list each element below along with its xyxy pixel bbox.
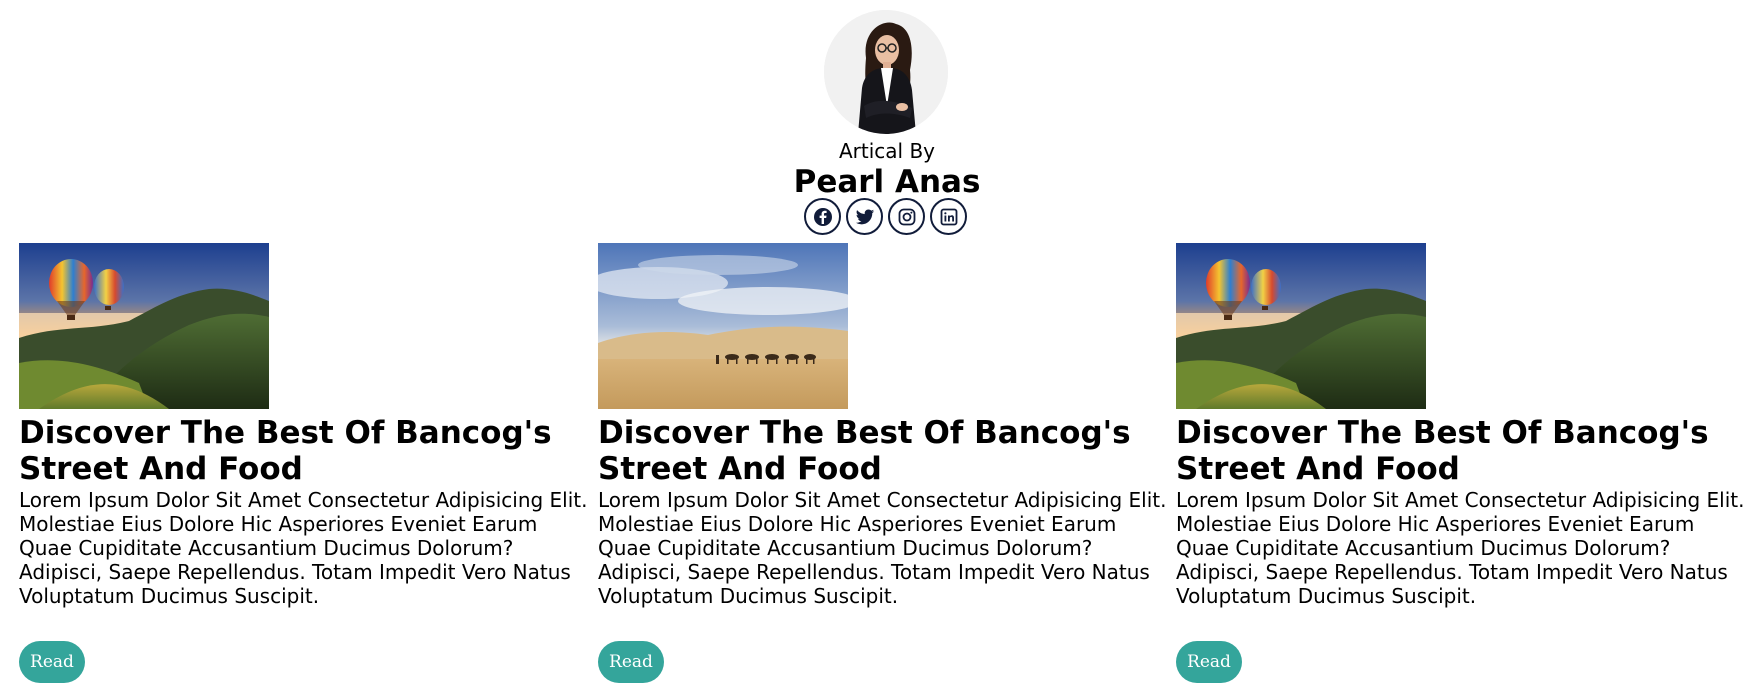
article-card: Discover The Best Of Bancog's Street And… xyxy=(1176,243,1756,683)
hot-air-balloons-mountain-image xyxy=(19,243,269,409)
article-body-line: Molestiae Eius Dolore Hic Asperiores Eve… xyxy=(598,512,1117,536)
article-body-line: Lorem Ipsum Dolor Sit Amet Consectetur A… xyxy=(598,488,1167,512)
article-body: Lorem Ipsum Dolor Sit Amet Consectetur A… xyxy=(1176,488,1756,608)
article-body-line: Voluptatum Ducimus Suscipit. xyxy=(1176,584,1477,608)
twitter-icon xyxy=(855,209,874,224)
author-name: Pearl Anas xyxy=(793,164,981,200)
article-card: Discover The Best Of Bancog's Street And… xyxy=(19,243,599,683)
article-body-line: Lorem Ipsum Dolor Sit Amet Consectetur A… xyxy=(1176,488,1745,512)
twitter-link[interactable] xyxy=(846,198,883,235)
article-body-line: Voluptatum Ducimus Suscipit. xyxy=(598,584,899,608)
article-title: Discover The Best Of Bancog's Street And… xyxy=(1176,415,1709,487)
article-body-line: Quae Cupiditate Accusantium Ducimus Dolo… xyxy=(1176,536,1671,560)
author-avatar xyxy=(824,10,948,134)
article-title: Discover The Best Of Bancog's Street And… xyxy=(598,415,1131,487)
desert-camel-caravan-image xyxy=(598,243,848,409)
facebook-link[interactable] xyxy=(804,198,841,235)
article-body-line: Lorem Ipsum Dolor Sit Amet Consectetur A… xyxy=(19,488,588,512)
article-body-line: Molestiae Eius Dolore Hic Asperiores Eve… xyxy=(1176,512,1695,536)
read-button[interactable]: Read xyxy=(19,641,85,683)
article-body-line: Adipisci, Saepe Repellendus. Totam Imped… xyxy=(19,560,571,584)
instagram-link[interactable] xyxy=(888,198,925,235)
facebook-icon xyxy=(813,207,832,226)
article-body-line: Adipisci, Saepe Repellendus. Totam Imped… xyxy=(598,560,1150,584)
linkedin-link[interactable] xyxy=(930,198,967,235)
article-title: Discover The Best Of Bancog's Street And… xyxy=(19,415,552,487)
article-body-line: Quae Cupiditate Accusantium Ducimus Dolo… xyxy=(19,536,514,560)
article-body: Lorem Ipsum Dolor Sit Amet Consectetur A… xyxy=(598,488,1178,608)
author-byline: Artical By xyxy=(838,139,936,163)
article-body-line: Adipisci, Saepe Repellendus. Totam Imped… xyxy=(1176,560,1728,584)
read-button[interactable]: Read xyxy=(1176,641,1242,683)
article-body-line: Voluptatum Ducimus Suscipit. xyxy=(19,584,320,608)
article-body-line: Molestiae Eius Dolore Hic Asperiores Eve… xyxy=(19,512,538,536)
instagram-icon xyxy=(898,208,915,225)
article-card: Discover The Best Of Bancog's Street And… xyxy=(598,243,1178,683)
article-body-line: Quae Cupiditate Accusantium Ducimus Dolo… xyxy=(598,536,1093,560)
article-body: Lorem Ipsum Dolor Sit Amet Consectetur A… xyxy=(19,488,599,608)
linkedin-icon xyxy=(940,208,957,225)
hot-air-balloons-mountain-image xyxy=(1176,243,1426,409)
read-button[interactable]: Read xyxy=(598,641,664,683)
social-links xyxy=(804,198,967,236)
